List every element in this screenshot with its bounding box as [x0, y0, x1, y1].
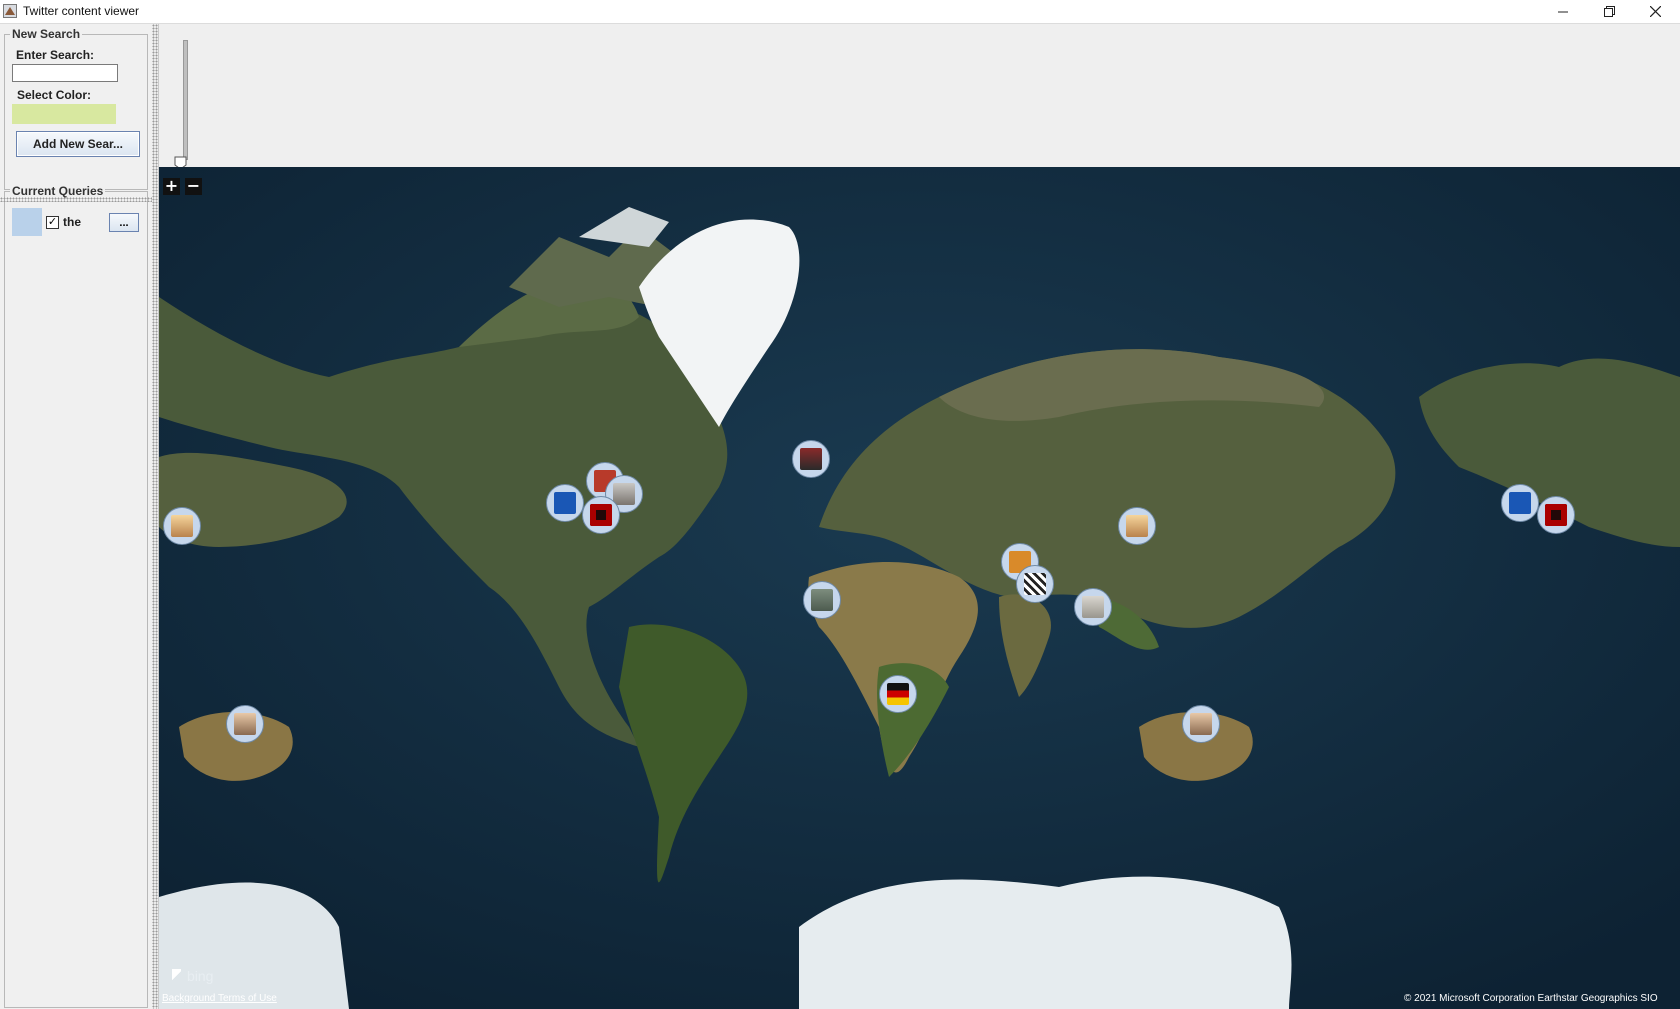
tower-photo-icon	[613, 483, 635, 505]
tweet-marker-2[interactable]	[546, 484, 584, 522]
window-title: Twitter content viewer	[23, 4, 140, 18]
close-button[interactable]	[1632, 0, 1678, 23]
terms-of-use-link[interactable]: Background Terms of Use	[162, 993, 277, 1004]
tweet-marker-5[interactable]	[582, 496, 620, 534]
map-copyright: © 2021 Microsoft Corporation Earthstar G…	[1404, 993, 1658, 1004]
current-queries-group: Current Queries	[4, 184, 148, 1008]
royals-kc-logo-icon	[554, 492, 576, 514]
bing-text: bing	[187, 968, 214, 984]
red-eye-avatar-icon	[1545, 504, 1567, 526]
left-panel: New Search Current Queries	[0, 24, 152, 1009]
query-options-button[interactable]: ...	[109, 213, 139, 232]
new-search-title: New Search	[10, 27, 83, 41]
zoom-in-button[interactable]: +	[163, 178, 180, 195]
tweet-marker-12[interactable]	[226, 705, 264, 743]
satellite-map-image	[159, 167, 1680, 1009]
flag-avatar-icon	[887, 683, 909, 705]
app-icon	[3, 4, 17, 18]
tweet-marker-13[interactable]	[1118, 507, 1156, 545]
current-queries-title: Current Queries	[10, 184, 106, 198]
restore-button[interactable]	[1586, 0, 1632, 23]
tweet-marker-1[interactable]	[163, 507, 201, 545]
zoom-slider-track[interactable]	[183, 40, 188, 160]
tweet-marker-11[interactable]	[879, 675, 917, 713]
panel-splitter[interactable]	[0, 197, 152, 202]
statue-photo-icon	[1082, 596, 1104, 618]
person-photo-icon	[800, 448, 822, 470]
title-bar: Twitter content viewer	[0, 0, 1680, 24]
zoom-out-button[interactable]: −	[185, 178, 202, 195]
profile-woman-icon	[1126, 515, 1148, 537]
restore-icon	[1603, 6, 1615, 17]
tweet-marker-10[interactable]	[1074, 588, 1112, 626]
add-new-search-button[interactable]: Add New Sear...	[16, 131, 140, 157]
world-map[interactable]	[159, 167, 1680, 1009]
close-icon	[1649, 6, 1661, 17]
query-visible-checkbox[interactable]: ✓	[46, 216, 59, 229]
bing-icon	[172, 969, 181, 982]
minimize-button[interactable]	[1540, 0, 1586, 23]
bw-avatar-icon	[1024, 573, 1046, 595]
tweet-marker-14[interactable]	[1182, 705, 1220, 743]
tweet-marker-15[interactable]	[1501, 484, 1539, 522]
enter-search-label: Enter Search:	[16, 48, 95, 62]
query-color-swatch[interactable]	[12, 208, 42, 236]
query-label: the	[63, 215, 81, 229]
building-photo-icon	[811, 589, 833, 611]
tweet-marker-6[interactable]	[792, 440, 830, 478]
tweet-marker-16[interactable]	[1537, 496, 1575, 534]
search-input[interactable]	[12, 64, 118, 82]
color-picker-swatch[interactable]	[12, 104, 116, 124]
vertical-splitter[interactable]	[152, 24, 159, 1009]
man-face-icon	[1190, 713, 1212, 735]
tweet-marker-9[interactable]	[1016, 565, 1054, 603]
select-color-label: Select Color:	[17, 88, 92, 102]
minimize-icon	[1557, 11, 1568, 13]
profile-woman-icon	[171, 515, 193, 537]
man-face-icon	[234, 713, 256, 735]
bing-logo: bing	[172, 968, 213, 984]
royals-kc-logo-icon	[1509, 492, 1531, 514]
red-eye-avatar-icon	[590, 504, 612, 526]
tweet-marker-7[interactable]	[803, 581, 841, 619]
